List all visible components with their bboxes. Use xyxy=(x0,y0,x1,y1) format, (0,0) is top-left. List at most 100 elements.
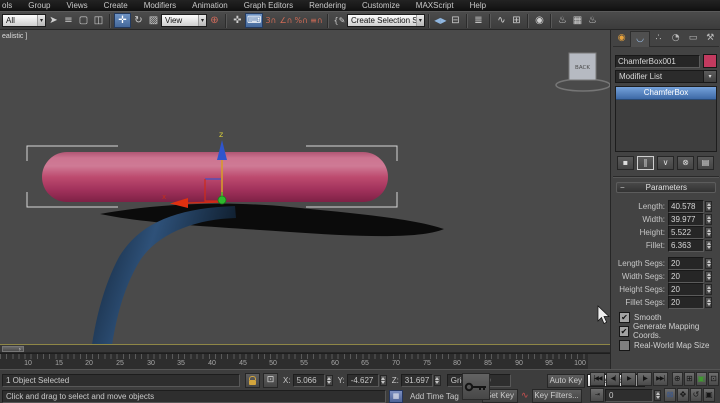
next-frame-button[interactable]: |▶ xyxy=(637,372,652,386)
fillet-segs-field[interactable]: 20 xyxy=(668,296,704,309)
parameters-rollout-header[interactable]: − Parameters xyxy=(616,182,716,193)
spinner[interactable] xyxy=(705,297,712,308)
show-end-result-icon[interactable]: ‖ xyxy=(637,156,654,170)
go-to-start-button[interactable]: |◀◀ xyxy=(590,372,605,386)
selection-lock-icon[interactable] xyxy=(245,373,260,388)
default-tangents-icon[interactable]: ∿ xyxy=(521,391,529,401)
time-slider-handle[interactable]: › xyxy=(2,346,24,352)
menu-animation[interactable]: Animation xyxy=(184,1,236,10)
menu-customize[interactable]: Customize xyxy=(354,1,408,10)
window-crossing-icon[interactable]: ◫ xyxy=(91,13,106,28)
rect-region-icon[interactable]: ▢ xyxy=(76,13,91,28)
material-editor-icon[interactable]: ◉ xyxy=(532,13,547,28)
time-tag-icon[interactable]: ▦ xyxy=(389,390,403,403)
pin-stack-icon[interactable]: ▪ xyxy=(617,156,634,170)
object-name-field[interactable]: ChamferBox001 xyxy=(615,55,700,68)
spinner[interactable] xyxy=(654,390,661,401)
select-move-icon[interactable]: ✛ xyxy=(114,13,131,28)
maximize-viewport-icon[interactable]: ▣ xyxy=(703,388,715,402)
height-segs-field[interactable]: 20 xyxy=(668,283,704,296)
width-field[interactable]: 39.977 xyxy=(668,213,704,226)
select-object-icon[interactable]: ➤ xyxy=(46,13,61,28)
display-tab-icon[interactable]: ▭ xyxy=(684,31,701,47)
go-to-end-button[interactable]: ▶▶| xyxy=(653,372,668,386)
spinner[interactable] xyxy=(705,214,712,225)
length-segs-field[interactable]: 20 xyxy=(668,257,704,270)
add-time-tag[interactable]: Add Time Tag xyxy=(406,390,466,403)
auto-key-button[interactable]: Auto Key xyxy=(547,374,585,388)
snap-3d-icon[interactable]: 3∩ xyxy=(263,13,278,28)
create-tab-icon[interactable]: ◉ xyxy=(613,31,630,47)
key-mode-toggle-icon[interactable]: ⇥ xyxy=(590,388,604,402)
current-frame-field[interactable]: 0 xyxy=(605,389,653,402)
set-key-mode-toggle[interactable] xyxy=(462,373,490,400)
rendered-frame-icon[interactable]: ▦ xyxy=(570,13,585,28)
select-by-name-icon[interactable]: ≡ xyxy=(61,13,76,28)
width-segs-field[interactable]: 20 xyxy=(668,270,704,283)
zoom-extents-icon[interactable]: ▣ xyxy=(696,372,707,386)
length-field[interactable]: 40.578 xyxy=(668,200,704,213)
modify-tab-icon[interactable]: ◡ xyxy=(630,31,649,47)
reference-coordinate-dropdown[interactable]: View ▾ xyxy=(161,14,207,27)
play-button[interactable]: ▶ xyxy=(621,372,636,386)
schematic-view-icon[interactable]: ⊞ xyxy=(509,13,524,28)
perspective-viewport[interactable]: ealistic ] xyxy=(0,30,610,345)
height-field[interactable]: 5.522 xyxy=(668,226,704,239)
menu-tools[interactable]: ols xyxy=(0,1,20,10)
select-manipulate-icon[interactable]: ✜ xyxy=(230,13,245,28)
mirror-icon[interactable]: ◀▶ xyxy=(433,13,448,28)
percent-snap-icon[interactable]: %∩ xyxy=(293,13,308,28)
menu-rendering[interactable]: Rendering xyxy=(301,1,354,10)
render-production-icon[interactable]: ♨ xyxy=(585,13,600,28)
chamferbox-object[interactable] xyxy=(42,152,388,202)
named-selection-sets-icon[interactable]: {✎ xyxy=(332,13,347,28)
render-setup-icon[interactable]: ♨ xyxy=(555,13,570,28)
angle-snap-icon[interactable]: ∠∩ xyxy=(278,13,293,28)
spinner[interactable] xyxy=(705,201,712,212)
menu-help[interactable]: Help xyxy=(462,1,494,10)
real-world-map-checkbox[interactable] xyxy=(619,340,630,351)
time-slider-track[interactable]: › xyxy=(0,345,610,353)
gizmo-x-axis[interactable] xyxy=(188,202,220,203)
modifier-list-dropdown[interactable]: Modifier List ▾ xyxy=(615,70,717,83)
menu-views[interactable]: Views xyxy=(58,1,95,10)
spinner[interactable] xyxy=(705,258,712,269)
zoom-region-icon[interactable]: ⊠ xyxy=(664,388,676,402)
viewcube-face-label[interactable]: BACK xyxy=(575,65,590,71)
menu-modifiers[interactable]: Modifiers xyxy=(136,1,184,10)
object-color-swatch[interactable] xyxy=(703,54,717,68)
zoom-all-icon[interactable]: ⊞ xyxy=(684,372,695,386)
zoom-icon[interactable]: ⊕ xyxy=(672,372,683,386)
zoom-extents-all-icon[interactable]: ⊡ xyxy=(708,372,719,386)
previous-frame-button[interactable]: ◀| xyxy=(606,372,621,386)
selection-filter-dropdown[interactable]: All ▾ xyxy=(2,14,46,27)
fillet-field[interactable]: 6.363 xyxy=(668,239,704,252)
absolute-mode-icon[interactable]: ⊡ xyxy=(263,373,278,388)
spinner[interactable] xyxy=(705,284,712,295)
spinner-snap-icon[interactable]: ≡∩ xyxy=(309,13,324,28)
spinner[interactable] xyxy=(705,227,712,238)
z-coord-field[interactable]: 31.697 xyxy=(401,374,433,387)
menu-group[interactable]: Group xyxy=(20,1,58,10)
layer-manager-icon[interactable]: ≣ xyxy=(471,13,486,28)
key-filters-button[interactable]: Key Filters... xyxy=(532,389,582,403)
spinner[interactable] xyxy=(380,375,387,386)
align-icon[interactable]: ⊟ xyxy=(448,13,463,28)
modifier-stack-item-chamferbox[interactable]: ChamferBox xyxy=(616,87,716,100)
hierarchy-tab-icon[interactable]: ∴ xyxy=(650,31,667,47)
viewport-shading-label[interactable]: ealistic ] xyxy=(2,33,27,40)
make-unique-icon[interactable]: ∨ xyxy=(657,156,674,170)
curve-editor-icon[interactable]: ∿ xyxy=(494,13,509,28)
motion-tab-icon[interactable]: ◔ xyxy=(667,31,684,47)
configure-modifier-sets-icon[interactable]: ▤ xyxy=(697,156,714,170)
x-coord-field[interactable]: 5.066 xyxy=(293,374,325,387)
orbit-icon[interactable]: ↺ xyxy=(690,388,702,402)
keyboard-override-icon[interactable]: ⌨ xyxy=(245,13,263,28)
track-bar[interactable]: 10 15 20 25 30 35 40 45 50 55 60 65 70 7… xyxy=(0,353,610,369)
remove-modifier-icon[interactable]: ⊗ xyxy=(677,156,694,170)
gizmo-z-arrowhead[interactable] xyxy=(217,140,227,160)
generate-mapping-checkbox[interactable]: ✔ xyxy=(619,326,629,337)
select-scale-icon[interactable]: ▨ xyxy=(146,13,161,28)
modifier-stack[interactable]: ChamferBox xyxy=(615,86,717,152)
spinner[interactable] xyxy=(326,375,333,386)
